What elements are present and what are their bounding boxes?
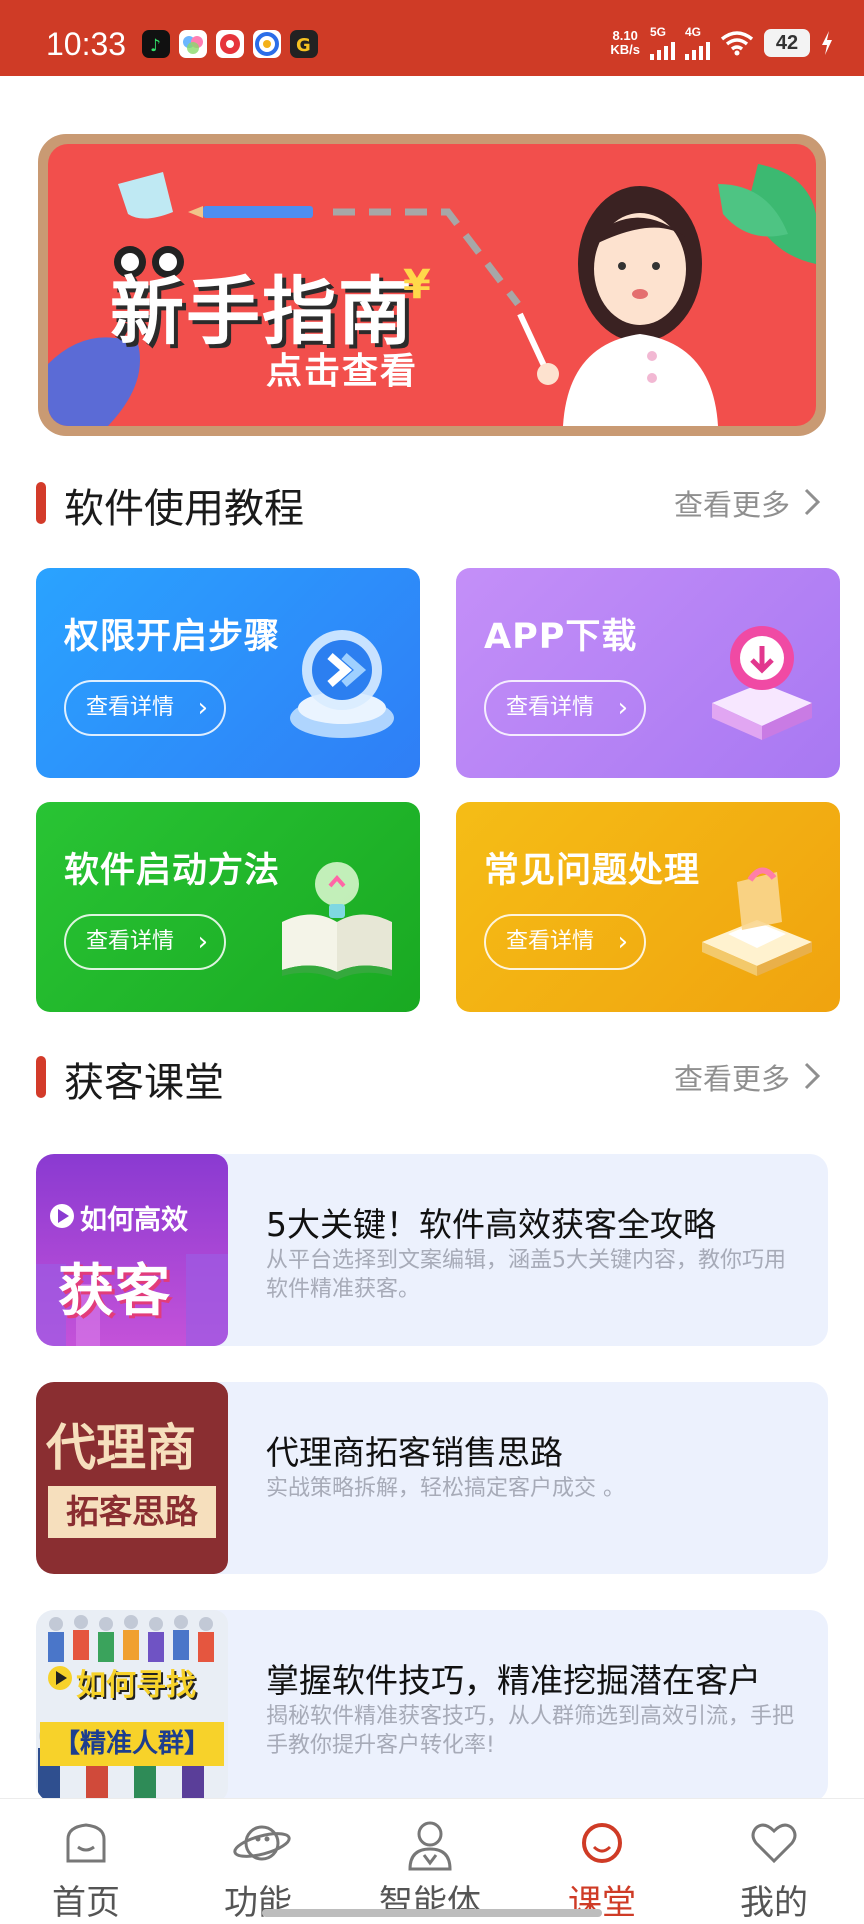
bottom-tab-bar: 首页 功能 智能体 课堂 我的 xyxy=(0,1798,864,1923)
beginner-guide-banner[interactable]: 新手指南 ¥ 点击查看 xyxy=(38,134,826,436)
home-icon xyxy=(66,1823,106,1863)
section-accent-bar xyxy=(36,482,46,524)
game-app-icon: G xyxy=(290,30,318,58)
lesson-description: 从平台选择到文案编辑，涵盖5大关键内容，教你巧用软件精准获客。 xyxy=(266,1248,786,1302)
permission-shield-icon xyxy=(290,630,394,738)
view-details-label: 查看详情 xyxy=(86,695,175,720)
lesson-item[interactable]: 代理商 拓客思路 代理商拓客销售思路 实战策略拆解，轻松搞定客户成交 。 xyxy=(36,1382,828,1574)
status-time: 10:33 xyxy=(46,26,127,62)
notification-icons: ♪ G xyxy=(142,30,318,58)
signal-5g: 5G xyxy=(650,26,675,60)
card-title: 权限开启步骤 xyxy=(64,617,281,657)
banner-subtitle: 点击查看 xyxy=(266,351,419,392)
planet-icon xyxy=(233,1825,291,1861)
thumbnail-caption: 拓客思路 xyxy=(48,1486,216,1538)
card-title: 软件启动方法 xyxy=(64,851,281,891)
classroom-more-link[interactable]: 查看更多 xyxy=(674,1056,790,1098)
view-details-label: 查看详情 xyxy=(506,929,595,954)
section-accent-bar xyxy=(36,1056,46,1098)
thumbnail-headline: 如何寻找 xyxy=(76,1668,196,1703)
tutorials-section-header: 软件使用教程 查看更多 xyxy=(36,474,828,532)
classroom-section-header: 获客课堂 查看更多 xyxy=(36,1048,828,1106)
classroom-icon xyxy=(582,1823,622,1863)
signal-bars-icon xyxy=(685,38,710,60)
lesson-description: 实战策略拆解，轻松搞定客户成交 。 xyxy=(266,1476,625,1501)
tab-label: 我的 xyxy=(740,1883,808,1923)
chevron-right-icon: › xyxy=(197,927,208,957)
network-speed-unit: KB/s xyxy=(610,42,640,57)
chevron-right-icon[interactable] xyxy=(794,482,828,522)
lesson-thumbnail: 代理商 拓客思路 xyxy=(36,1382,228,1574)
lesson-title: 掌握软件技巧，精准挖掘潜在客户 xyxy=(266,1661,761,1700)
person-icon xyxy=(408,1821,452,1871)
book-bulb-icon xyxy=(282,862,392,980)
status-bar: 10:33 ♪ G 8.10 KB/s 5G 4G 42 xyxy=(0,0,864,76)
chevron-right-icon: › xyxy=(617,927,628,957)
lesson-title: 5大关键！软件高效获客全攻略 xyxy=(266,1205,716,1244)
download-icon xyxy=(712,626,812,740)
network-speed-value: 8.10 xyxy=(612,28,638,43)
view-details-button[interactable]: 查看详情 › xyxy=(484,680,646,736)
tab-function[interactable]: 功能 xyxy=(172,1799,344,1923)
banner-yen-mark: ¥ xyxy=(403,262,431,308)
tab-label: 首页 xyxy=(52,1883,120,1923)
thumbnail-caption: 如何高效 xyxy=(80,1205,188,1236)
tab-agent[interactable]: 智能体 xyxy=(344,1799,516,1923)
lesson-thumbnail: 如何高效 获客 xyxy=(36,1154,228,1346)
lesson-item[interactable]: 如何高效 获客 5大关键！软件高效获客全攻略 从平台选择到文案编辑，涵盖5大关键… xyxy=(36,1154,828,1346)
tab-mine[interactable]: 我的 xyxy=(688,1799,860,1923)
lesson-title: 代理商拓客销售思路 xyxy=(266,1433,563,1472)
banner-panel: 新手指南 ¥ 点击查看 xyxy=(48,144,816,426)
chevron-right-icon: › xyxy=(617,693,628,723)
signal-5g-label: 5G xyxy=(650,25,667,39)
faq-box-icon xyxy=(702,867,812,976)
view-details-label: 查看详情 xyxy=(86,929,175,954)
flower-app-icon xyxy=(179,30,207,58)
thumbnail-caption: 【精准人群】 xyxy=(40,1722,224,1766)
view-details-label: 查看详情 xyxy=(506,695,595,720)
classroom-page: 新手指南 ¥ 点击查看 软件使用教程 查看更多 权限开启步骤 查看详情 › APP… xyxy=(0,76,864,1798)
view-details-button[interactable]: 查看详情 › xyxy=(64,680,226,736)
chevron-right-icon[interactable] xyxy=(794,1056,828,1096)
shopping-app-icon xyxy=(216,30,244,58)
signal-bars-icon xyxy=(650,38,675,60)
signal-4g: 4G xyxy=(685,26,710,60)
tutorials-section-title: 软件使用教程 xyxy=(64,486,304,532)
thumbnail-headline: 获客 xyxy=(58,1259,170,1324)
wifi-icon xyxy=(720,31,754,56)
gesture-bar[interactable] xyxy=(262,1909,602,1917)
launch-method-card[interactable]: 软件启动方法 查看详情 › xyxy=(36,802,420,1012)
tab-classroom[interactable]: 课堂 xyxy=(516,1799,688,1923)
app-download-card[interactable]: APP下载 查看详情 › xyxy=(456,568,840,778)
chevron-right-icon: › xyxy=(197,693,208,723)
battery-indicator: 42 xyxy=(764,29,810,57)
signal-4g-label: 4G xyxy=(685,25,702,39)
classroom-section-title: 获客课堂 xyxy=(64,1060,224,1106)
music-app-icon: ♪ xyxy=(142,30,170,58)
faq-card[interactable]: 常见问题处理 查看详情 › xyxy=(456,802,840,1012)
heart-icon xyxy=(751,1823,797,1864)
tutorials-more-link[interactable]: 查看更多 xyxy=(674,482,790,524)
thumbnail-headline: 代理商 xyxy=(46,1419,196,1477)
tab-home[interactable]: 首页 xyxy=(0,1799,172,1923)
card-title: 常见问题处理 xyxy=(484,851,701,891)
svg-text:G: G xyxy=(296,35,311,56)
browser-app-icon xyxy=(253,30,281,58)
lesson-item[interactable]: 如何寻找 【精准人群】 掌握软件技巧，精准挖掘潜在客户 揭秘软件精准获客技巧，从… xyxy=(36,1610,828,1798)
card-title: APP下载 xyxy=(484,617,638,657)
charging-icon xyxy=(822,31,832,55)
lesson-thumbnail: 如何寻找 【精准人群】 xyxy=(36,1610,228,1798)
view-details-button[interactable]: 查看详情 › xyxy=(64,914,226,970)
lesson-description: 揭秘软件精准获客技巧，从人群筛选到高效引流，手把手教你提升客户转化率! xyxy=(266,1704,795,1758)
svg-text:♪: ♪ xyxy=(150,36,161,56)
network-speed: 8.10 KB/s xyxy=(610,29,640,57)
permission-steps-card[interactable]: 权限开启步骤 查看详情 › xyxy=(36,568,420,778)
view-details-button[interactable]: 查看详情 › xyxy=(484,914,646,970)
crowd-illustration xyxy=(38,1615,214,1798)
status-right: 8.10 KB/s 5G 4G 42 xyxy=(610,26,834,60)
